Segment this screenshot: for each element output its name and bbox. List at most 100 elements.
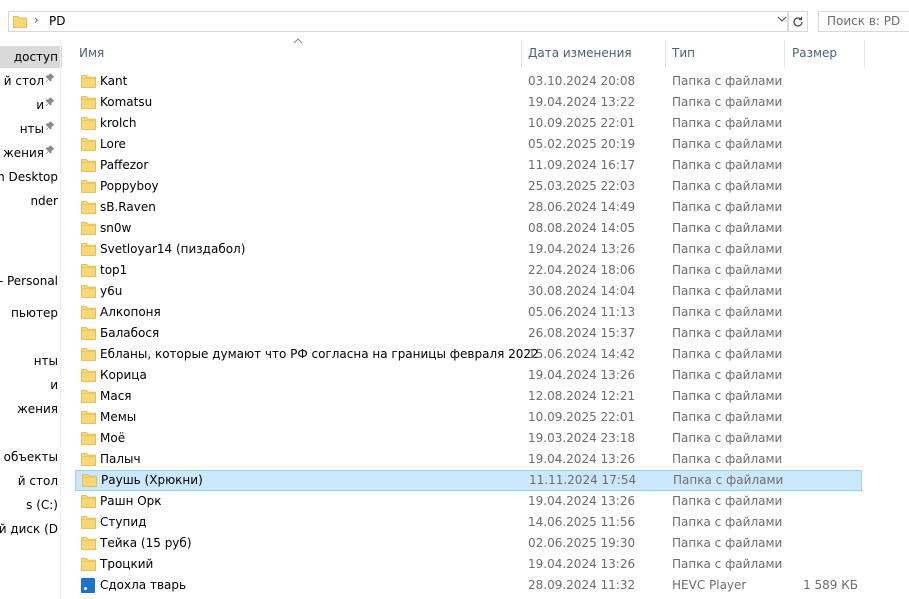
file-row[interactable]: Палыч 19.04.2024 13:26 Папка с файлами (75, 449, 862, 470)
file-row[interactable]: sB.Raven 28.06.2024 14:49 Папка с файлами (75, 197, 862, 218)
column-divider[interactable] (665, 40, 666, 68)
chevron-down-icon[interactable] (777, 14, 787, 27)
refresh-icon[interactable] (788, 11, 808, 32)
file-row[interactable]: Poppyboy 25.03.2025 22:03 Папка с файлами (75, 176, 862, 197)
file-row[interactable]: Komatsu 19.04.2024 13:22 Папка с файлами (75, 92, 862, 113)
file-date: 10.09.2025 22:01 (528, 410, 636, 424)
nav-item[interactable]: nder (0, 190, 62, 212)
folder-icon (81, 410, 97, 425)
address-toolbar: › PD Поиск в: PD (0, 0, 909, 40)
file-list: Kant 03.10.2024 20:08 Папка с файлами Komat… (75, 71, 875, 596)
file-name: Мася (100, 389, 132, 403)
file-size (788, 176, 858, 197)
file-row[interactable]: Раушь (Хрюкни) 11.11.2024 17:54 Папка с фа… (75, 470, 862, 491)
file-name: y6u (100, 284, 123, 298)
file-name: Komatsu (100, 95, 153, 109)
file-size (788, 365, 858, 386)
file-type: HEVC Player (672, 578, 747, 592)
file-row[interactable]: Корица 19.04.2024 13:26 Папка с файлами (75, 365, 862, 386)
nav-item[interactable]: й стол (0, 470, 62, 492)
nav-item-label: - Personal (0, 274, 58, 288)
file-date: 11.09.2024 16:17 (528, 158, 636, 172)
file-row[interactable]: Рашн Орк 19.04.2024 13:26 Папка с файлами (75, 491, 862, 512)
file-size (788, 113, 858, 134)
file-row[interactable]: top1 22.04.2024 18:06 Папка с файлами (75, 260, 862, 281)
file-date: 19.04.2024 13:22 (528, 95, 636, 109)
file-row[interactable]: Ступид 14.06.2025 11:56 Папка с файлами (75, 512, 862, 533)
nav-item-label: й стол (17, 474, 58, 488)
nav-item-label: ые объекты (0, 450, 58, 464)
file-row[interactable]: Балабося 26.08.2024 15:37 Папка с файлами (75, 323, 862, 344)
nav-item[interactable]: s (C:) (0, 494, 62, 516)
nav-item[interactable]: пьютер (0, 302, 62, 324)
nav-item[interactable]: и (0, 374, 62, 396)
file-type: Папка с файлами (672, 116, 783, 130)
breadcrumb-path[interactable]: PD (49, 14, 65, 28)
file-date: 11.11.2024 17:54 (529, 473, 637, 487)
search-input[interactable]: Поиск в: PD (818, 11, 909, 32)
file-name: Еб‌ланы, которые думают что РФ согласна … (100, 347, 539, 361)
pin-icon[interactable] (45, 70, 55, 92)
file-name: Корица (100, 368, 147, 382)
file-date: 08.08.2024 14:05 (528, 221, 636, 235)
file-row[interactable]: y6u 30.08.2024 14:04 Папка с файлами (75, 281, 862, 302)
pin-icon[interactable] (45, 118, 55, 140)
file-type: Папка с файлами (672, 515, 783, 529)
nav-item[interactable]: n Desktop (0, 166, 62, 188)
pin-icon[interactable] (45, 142, 55, 164)
nav-item[interactable]: ный диск (D (0, 518, 62, 540)
nav-item[interactable]: нты (0, 350, 62, 372)
file-row[interactable]: Paffezor 11.09.2024 16:17 Папка с файлами (75, 155, 862, 176)
file-row[interactable]: Троцкий 19.04.2024 13:26 Папка с файлами (75, 554, 862, 575)
file-name: Балабося (100, 326, 160, 340)
file-date: 03.10.2024 20:08 (528, 74, 636, 88)
address-bar[interactable]: › PD (8, 11, 788, 32)
nav-item[interactable]: ые объекты (0, 446, 62, 468)
nav-item-label: жения (16, 402, 58, 416)
file-date: 22.04.2024 18:06 (528, 263, 636, 277)
file-row[interactable]: krolch 10.09.2025 22:01 Папка с файлами (75, 113, 862, 134)
nav-item-label: n Desktop (0, 170, 58, 184)
file-name: krolch (100, 116, 137, 130)
nav-item[interactable]: жения (0, 142, 62, 164)
file-type: Папка с файлами (672, 389, 783, 403)
file-type: Папка с файлами (672, 536, 783, 550)
nav-item[interactable]: и (0, 94, 62, 116)
file-row[interactable]: Мася 12.08.2024 12:21 Папка с файлами (75, 386, 862, 407)
file-name: Троцкий (100, 557, 154, 571)
file-row[interactable]: sn0w 08.08.2024 14:05 Папка с файлами (75, 218, 862, 239)
file-date: 19.03.2024 23:18 (528, 431, 636, 445)
folder-icon (81, 242, 97, 257)
folder-icon (81, 221, 97, 236)
file-row[interactable]: Алкопоня 05.06.2024 11:13 Папка с файлами (75, 302, 862, 323)
file-row[interactable]: Тейка (15 руб) 02.06.2025 19:30 Папка с фа… (75, 533, 862, 554)
nav-item[interactable]: жения (0, 398, 62, 420)
nav-item[interactable]: нты (0, 118, 62, 140)
nav-item[interactable]: - Personal (0, 270, 62, 292)
file-row[interactable]: Сдохла тварь 28.09.2024 11:32 HEVC Player 1… (75, 575, 862, 596)
file-type: Папка с файлами (672, 410, 783, 424)
file-row[interactable]: Еб‌ланы, которые думают что РФ согласна … (75, 344, 862, 365)
file-row[interactable]: Kant 03.10.2024 20:08 Папка с файлами (75, 71, 862, 92)
file-row[interactable]: Мемы 10.09.2025 22:01 Папка с файлами (75, 407, 862, 428)
column-header-name[interactable]: Имя (79, 40, 104, 68)
nav-item[interactable]: й стол (0, 70, 62, 92)
file-type: Папка с файлами (672, 452, 783, 466)
nav-item[interactable]: доступ (0, 46, 62, 68)
pin-icon[interactable] (45, 94, 55, 116)
folder-icon (81, 389, 97, 404)
file-size (788, 302, 858, 323)
column-header-size[interactable]: Размер (792, 40, 837, 68)
file-row[interactable]: Lore 05.02.2025 20:19 Папка с файлами (75, 134, 862, 155)
column-header-date[interactable]: Дата изменения (528, 40, 632, 68)
column-header-type[interactable]: Тип (672, 40, 695, 68)
file-row[interactable]: Svetloyar14 (пиздабол) 19.04.2024 13:26 Па… (75, 239, 862, 260)
column-divider[interactable] (784, 40, 785, 68)
file-type: Папка с файлами (672, 347, 783, 361)
file-type: Папка с файлами (672, 158, 783, 172)
file-row[interactable]: Моё 19.03.2024 23:18 Папка с файлами (75, 428, 862, 449)
column-divider[interactable] (521, 40, 522, 68)
file-size (788, 281, 858, 302)
column-divider[interactable] (864, 40, 865, 68)
file-type: Папка с файлами (672, 95, 783, 109)
